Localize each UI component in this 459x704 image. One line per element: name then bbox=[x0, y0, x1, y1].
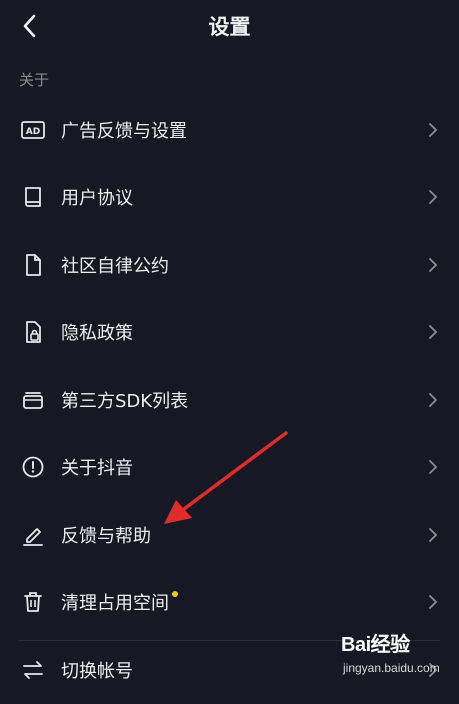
list-item-third-party-sdk[interactable]: 第三方SDK列表 bbox=[0, 366, 459, 434]
svg-text:AD: AD bbox=[26, 127, 40, 137]
list-item-label: 关于抖音 bbox=[61, 458, 133, 480]
trash-icon bbox=[20, 589, 46, 615]
notification-dot bbox=[172, 591, 178, 598]
info-icon bbox=[20, 454, 46, 480]
book-icon bbox=[20, 184, 46, 210]
list-item-label: 反馈与帮助 bbox=[61, 525, 151, 547]
watermark-url: jingyan.baidu.com bbox=[343, 661, 440, 675]
chevron-right-icon bbox=[429, 190, 438, 205]
list-item-community-guidelines[interactable]: 社区自律公约 bbox=[0, 231, 459, 299]
list-item-feedback-help[interactable]: 反馈与帮助 bbox=[0, 501, 459, 569]
list-item-label: 清理占用空间 bbox=[61, 589, 178, 615]
list-item-label-text: 清理占用空间 bbox=[61, 593, 169, 615]
list-item-about-app[interactable]: 关于抖音 bbox=[0, 434, 459, 502]
list-item-label: 切换帐号 bbox=[61, 660, 133, 682]
watermark-brand: Bai经验 bbox=[341, 634, 410, 656]
privacy-lock-icon bbox=[20, 319, 46, 345]
section-label-about: 关于 bbox=[19, 71, 50, 89]
list-item-ad-settings[interactable]: AD 广告反馈与设置 bbox=[0, 96, 459, 164]
chevron-right-icon bbox=[429, 257, 438, 272]
list-item-privacy-policy[interactable]: 隐私政策 bbox=[0, 299, 459, 367]
list-item-clear-storage[interactable]: 清理占用空间 bbox=[0, 569, 459, 637]
pen-icon bbox=[20, 522, 46, 548]
list-item-label: 用户协议 bbox=[61, 188, 133, 210]
document-icon bbox=[20, 252, 46, 278]
stack-icon bbox=[20, 387, 46, 413]
chevron-right-icon bbox=[429, 392, 438, 407]
settings-list: AD 广告反馈与设置 用户协议 社区自律公约 隐私政策 第三方SDK列表 关于抖… bbox=[0, 96, 459, 704]
list-item-label: 第三方SDK列表 bbox=[61, 390, 189, 412]
list-item-user-agreement[interactable]: 用户协议 bbox=[0, 164, 459, 232]
list-item-label: 隐私政策 bbox=[61, 323, 133, 345]
page-title: 设置 bbox=[208, 15, 251, 39]
top-bar: 设置 bbox=[0, 0, 459, 52]
chevron-right-icon bbox=[429, 122, 438, 137]
chevron-right-icon bbox=[429, 527, 438, 542]
list-item-label: 社区自律公约 bbox=[61, 255, 169, 277]
switch-icon bbox=[20, 657, 46, 683]
ad-icon: AD bbox=[20, 117, 46, 143]
list-item-label: 广告反馈与设置 bbox=[61, 120, 187, 142]
chevron-right-icon bbox=[429, 595, 438, 610]
chevron-right-icon bbox=[429, 325, 438, 340]
chevron-right-icon bbox=[429, 460, 438, 475]
baidu-jingyan-watermark: Bai经验 jingyan.baidu.com bbox=[341, 628, 449, 680]
